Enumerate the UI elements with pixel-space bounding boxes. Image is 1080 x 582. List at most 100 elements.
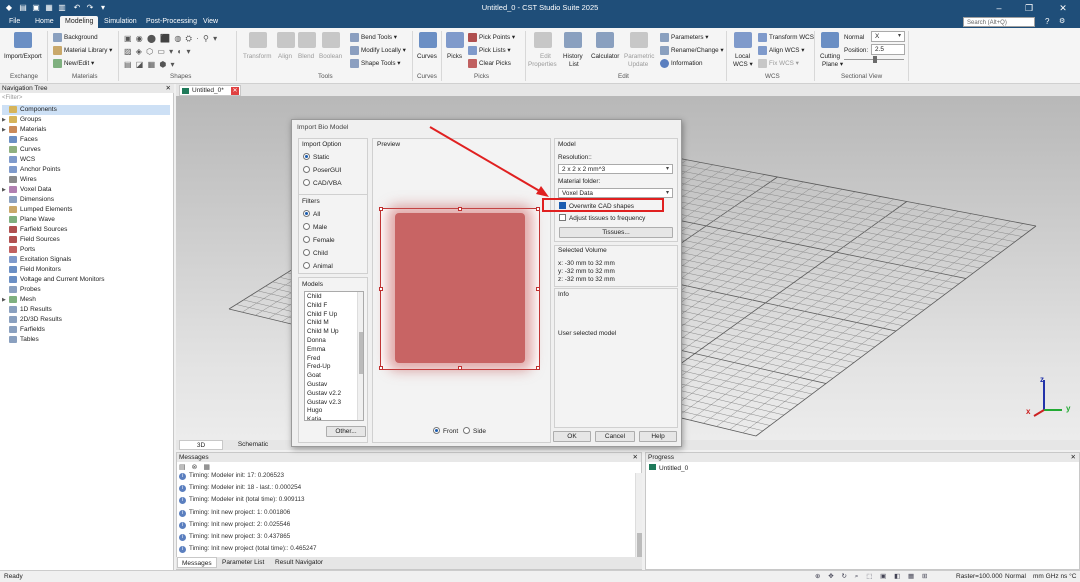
tree-filter-input[interactable]: <Filter> [2,94,170,102]
tree-item-wires[interactable]: Wires [2,175,37,185]
menu-home[interactable]: Home [30,16,59,28]
model-list-item[interactable]: Child M [307,319,329,328]
shape-primitives-row1[interactable]: ▣ ◉ ⬤ ⬛ ◍ ⛭ · ⚲ ▾ [124,34,218,44]
tree-item-components[interactable]: Components [2,105,170,115]
ok-button[interactable]: OK [553,431,591,442]
history-list-icon[interactable] [564,32,582,48]
model-list-item[interactable]: Child [307,293,322,302]
tree-item-dimensions[interactable]: Dimensions [2,195,54,205]
radio-posergui[interactable]: PoserGUI [303,165,342,176]
tree-item-voltage-and-current-monitors[interactable]: Voltage and Current Monitors [2,275,105,285]
edit-properties-button[interactable]: Properties [528,61,557,68]
expand-arrow-icon[interactable]: ▶ [2,185,9,195]
fix-wcs-button[interactable]: Fix WCS ▾ [758,59,799,68]
resize-handle[interactable] [379,207,383,211]
radio-filter-male[interactable]: Male [303,222,327,233]
model-list-item[interactable]: Child F Up [307,311,337,320]
material-folder-select[interactable]: Voxel Data ▾ [558,188,673,198]
tree-item-farfields[interactable]: Farfields [2,325,45,335]
radio-front[interactable]: Front [433,426,458,437]
transform-icon[interactable] [249,32,267,48]
tab-parameter-list[interactable]: Parameter List [218,557,268,568]
tree-item-lumped-elements[interactable]: Lumped Elements [2,205,72,215]
cutting-plane-icon[interactable] [821,32,839,48]
resize-handle[interactable] [379,366,383,370]
tab-result-navigator[interactable]: Result Navigator [271,557,327,568]
menu-file[interactable]: File [4,16,25,28]
resize-handle[interactable] [536,287,540,291]
curves-icon[interactable] [419,32,437,48]
radio-filter-animal[interactable]: Animal [303,261,333,272]
menu-post-processing[interactable]: Post-Processing [141,16,202,28]
close-panel-icon[interactable]: ✕ [166,84,171,93]
other-button[interactable]: Other... [326,426,366,437]
menu-view[interactable]: View [198,16,223,28]
tree-item-probes[interactable]: Probes [2,285,41,295]
cancel-button[interactable]: Cancel [595,431,635,442]
settings-icon[interactable]: ⚙ [1054,16,1070,28]
preview-canvas[interactable] [379,207,540,370]
model-list-item[interactable]: Hugo [307,407,322,416]
axes-triad-icon[interactable] [1022,372,1080,432]
model-list-item[interactable]: Katja [307,416,322,420]
search-input[interactable]: Search (Alt+Q) [963,17,1035,27]
tab-messages[interactable]: Messages [177,557,217,568]
radio-side[interactable]: Side [463,426,486,437]
resize-handle[interactable] [536,366,540,370]
model-list-item[interactable]: Fred [307,355,320,364]
model-list-item[interactable]: Gustav v2.2 [307,390,341,399]
menu-modeling[interactable]: Modeling [60,16,99,28]
parametric-update-icon[interactable] [630,32,648,48]
align-wcs-button[interactable]: Align WCS ▾ [758,46,804,55]
tree-item-2d-3d-results[interactable]: 2D/3D Results [2,315,62,325]
tree-item-farfield-sources[interactable]: Farfield Sources [2,225,67,235]
model-list-item[interactable]: Child F [307,302,327,311]
tree-item-materials[interactable]: ▶ Materials [2,125,46,135]
information-button[interactable]: Information [660,59,703,68]
resize-handle[interactable] [458,366,462,370]
tab-3d[interactable]: 3D [179,440,223,450]
material-library-button[interactable]: Material Library ▾ [53,46,112,55]
local-wcs-button[interactable]: WCS ▾ [733,61,753,68]
menu-simulation[interactable]: Simulation [99,16,142,28]
align-icon[interactable] [277,32,295,48]
position-slider-handle[interactable] [873,56,877,63]
tree-item-1d-results[interactable]: 1D Results [2,305,52,315]
models-scrollbar-thumb[interactable] [359,332,363,374]
maximize-icon[interactable]: ❐ [1018,1,1040,15]
model-list-item[interactable]: Gustav [307,381,327,390]
rename-change-button[interactable]: Rename/Change ▾ [660,46,724,55]
expand-arrow-icon[interactable]: ▶ [2,115,9,125]
calculator-button[interactable]: Calculator [591,53,619,60]
pick-points-button[interactable]: Pick Points ▾ [468,33,515,42]
expand-arrow-icon[interactable]: ▶ [2,125,9,135]
blend-button[interactable]: Blend [298,53,314,60]
background-button[interactable]: Background [53,33,98,42]
new-edit-button[interactable]: New/Edit ▾ [53,59,94,68]
model-list-item[interactable]: Child M Up [307,328,339,337]
calculator-icon[interactable] [596,32,614,48]
models-listbox[interactable]: Child Child F Child F Up Child M Child M Up D… [304,291,364,421]
tree-item-curves[interactable]: Curves [2,145,41,155]
tree-item-tables[interactable]: Tables [2,335,39,345]
transform-button[interactable]: Transform [243,53,271,60]
transform-wcs-button[interactable]: Transform WCS [758,33,814,42]
normal-select[interactable]: X ▾ [871,31,905,42]
close-messages-icon[interactable]: ✕ [633,453,638,462]
units-status[interactable]: mm GHz ns °C [1033,571,1076,582]
pick-lists-button[interactable]: Pick Lists ▾ [468,46,511,55]
close-progress-icon[interactable]: ✕ [1071,453,1076,462]
parametric-update-button[interactable]: Update [628,61,648,68]
tab-schematic[interactable]: Schematic [228,440,278,450]
model-list-item[interactable]: Goat [307,372,321,381]
parameters-button[interactable]: Parameters ▾ [660,33,708,42]
local-wcs-icon[interactable] [734,32,752,48]
expand-arrow-icon[interactable]: ▶ [2,295,9,305]
model-list-item[interactable]: Donna [307,337,326,346]
picks-button[interactable]: Picks [447,53,462,60]
position-input[interactable]: 2.5 [871,44,905,55]
curves-button[interactable]: Curves [417,53,437,60]
radio-filter-child[interactable]: Child [303,248,328,259]
shape-primitives-row3[interactable]: ▤ ◪ ▦ ⬢ ▾ [124,60,176,69]
tree-item-voxel-data[interactable]: ▶ Voxel Data [2,185,51,195]
